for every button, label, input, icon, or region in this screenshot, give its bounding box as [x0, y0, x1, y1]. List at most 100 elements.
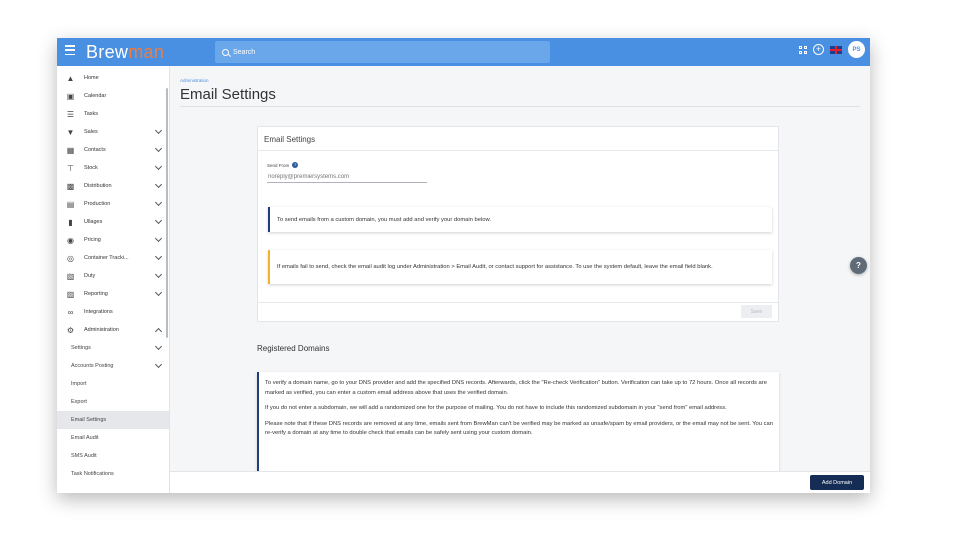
card-title: Email Settings — [264, 135, 316, 144]
sidebar-subitem-label: Email Audit — [71, 435, 99, 441]
app-window: Brewman Search + PS ▲ Home ▣ Calendar ☰ … — [57, 38, 870, 493]
duty-icon: ▧ — [66, 271, 75, 281]
chevron-down-icon — [154, 252, 163, 261]
avatar[interactable]: PS — [848, 41, 865, 58]
chevron-down-icon — [154, 144, 163, 153]
sidebar-subitem-label: Settings — [71, 345, 91, 351]
title-divider — [180, 106, 860, 107]
add-domain-button[interactable]: Add Domain — [810, 475, 864, 490]
sidebar-item-label: Ullages — [84, 219, 103, 225]
sidebar-subitem-settings[interactable]: Settings — [57, 339, 169, 357]
page-title: Email Settings — [180, 86, 276, 103]
chevron-down-icon — [154, 198, 163, 207]
chevron-down-icon — [154, 162, 163, 171]
main-content: Administration Email Settings Email Sett… — [170, 66, 870, 493]
sidebar-subitem-accounts-posting[interactable]: Accounts Posting — [57, 357, 169, 375]
sidebar-item-label: Distribution — [84, 183, 112, 189]
domain-info-paragraph: To verify a domain name, go to your DNS … — [265, 380, 767, 396]
pricing-icon: ◉ — [67, 235, 74, 245]
sidebar-item-label: Sales — [84, 129, 98, 135]
sidebar-item-production[interactable]: ▤ Production — [57, 195, 169, 213]
help-icon[interactable]: ? — [850, 257, 867, 274]
card-divider — [258, 150, 778, 151]
registered-domains-title: Registered Domains — [257, 344, 330, 353]
sidebar-item-label: Tasks — [84, 111, 99, 117]
sidebar-item-label: Integrations — [84, 309, 113, 315]
sidebar-item-label: Production — [84, 201, 111, 207]
sidebar-item-stock[interactable]: ⊤ Stock — [57, 159, 169, 177]
link-icon: ∞ — [67, 307, 74, 317]
chevron-down-icon — [154, 270, 163, 279]
sidebar-item-label: Stock — [84, 165, 98, 171]
search-icon — [222, 48, 229, 56]
sidebar-item-contacts[interactable]: ▦ Contacts — [57, 141, 169, 159]
sidebar-subitem-label: Email Settings — [71, 417, 107, 423]
send-from-field[interactable] — [267, 171, 427, 183]
add-circle-icon[interactable]: + — [813, 44, 824, 55]
sidebar-subitem-email-audit[interactable]: Email Audit — [57, 429, 169, 447]
chevron-down-icon — [154, 126, 163, 135]
truck-icon: ▩ — [66, 181, 75, 191]
sidebar-item-label: Home — [84, 75, 99, 81]
sidebar-item-label: Duty — [84, 273, 96, 279]
basket-icon: ▼ — [66, 127, 75, 137]
sidebar-subitem-label: SMS Audit — [71, 453, 97, 459]
target-icon: ◎ — [67, 253, 74, 263]
chevron-down-icon — [154, 234, 163, 243]
reporting-icon: ▨ — [66, 289, 75, 299]
chevron-down-icon — [154, 288, 163, 297]
domain-info-paragraph: Please note that if these DNS records ar… — [265, 420, 773, 437]
search-input[interactable]: Search — [215, 41, 550, 63]
sidebar-item-label: Pricing — [84, 237, 101, 243]
send-from-label-text: Send From — [267, 162, 290, 168]
sidebar-item-reporting[interactable]: ▨ Reporting — [57, 285, 169, 303]
sidebar-subitem-label: Import — [71, 381, 87, 387]
custom-domain-info-note: To send emails from a custom domain, you… — [268, 207, 772, 232]
save-button[interactable]: Save — [741, 305, 772, 318]
breadcrumb[interactable]: Administration — [180, 78, 209, 83]
sidebar-subitem-task-notifications[interactable]: Task Notifications — [57, 465, 169, 483]
sidebar-item-ullages[interactable]: ▮ Ullages — [57, 213, 169, 231]
sidebar-subitem-export[interactable]: Export — [57, 393, 169, 411]
stock-icon: ⊤ — [67, 163, 74, 173]
sidebar-item-distribution[interactable]: ▩ Distribution — [57, 177, 169, 195]
sidebar-subitem-sms-audit[interactable]: SMS Audit — [57, 447, 169, 465]
send-from-label: Send From ? — [267, 162, 299, 168]
sidebar-item-sales[interactable]: ▼ Sales — [57, 123, 169, 141]
sidebar-subitem-label: Accounts Posting — [71, 363, 114, 369]
sidebar-item-integrations[interactable]: ∞ Integrations — [57, 303, 169, 321]
sidebar-item-home[interactable]: ▲ Home — [57, 69, 169, 87]
apps-grid-icon[interactable] — [799, 45, 807, 54]
sidebar-item-label: Container Tracki... — [84, 255, 129, 261]
sidebar-item-duty[interactable]: ▧ Duty — [57, 267, 169, 285]
uk-flag-icon[interactable] — [830, 45, 842, 54]
sidebar: ▲ Home ▣ Calendar ☰ Tasks ▼ Sales ▦ Cont… — [57, 66, 170, 493]
contacts-icon: ▦ — [66, 145, 75, 155]
registered-domains-info: To verify a domain name, go to your DNS … — [257, 372, 779, 476]
email-failure-warning-note: If emails fail to send, check the email … — [268, 250, 772, 284]
sidebar-item-container-tracking[interactable]: ◎ Container Tracki... — [57, 249, 169, 267]
calendar-icon: ▣ — [66, 91, 75, 101]
sidebar-item-label: Calendar — [84, 93, 107, 99]
menu-icon[interactable] — [65, 45, 75, 55]
sidebar-item-calendar[interactable]: ▣ Calendar — [57, 87, 169, 105]
chevron-down-icon — [154, 180, 163, 189]
chevron-down-icon — [154, 360, 163, 369]
list-icon: ☰ — [66, 109, 75, 119]
sidebar-subitem-email-settings[interactable]: Email Settings — [57, 411, 169, 429]
chevron-down-icon — [154, 342, 163, 351]
sidebar-subitem-import[interactable]: Import — [57, 375, 169, 393]
top-bar: Brewman Search + PS — [57, 38, 870, 66]
sidebar-item-tasks[interactable]: ☰ Tasks — [57, 105, 169, 123]
ullages-icon: ▮ — [68, 217, 73, 227]
sidebar-item-administration[interactable]: ⚙ Administration — [57, 321, 169, 339]
chevron-down-icon — [154, 216, 163, 225]
sidebar-item-label: Reporting — [84, 291, 108, 297]
sidebar-item-pricing[interactable]: ◉ Pricing — [57, 231, 169, 249]
sidebar-subitem-label: Task Notifications — [71, 471, 114, 477]
info-icon[interactable]: ? — [292, 162, 299, 168]
app-logo[interactable]: Brewman — [86, 42, 164, 63]
gear-icon: ⚙ — [66, 325, 75, 335]
search-placeholder: Search — [233, 48, 256, 56]
bottom-action-bar: Add Domain — [170, 471, 870, 493]
